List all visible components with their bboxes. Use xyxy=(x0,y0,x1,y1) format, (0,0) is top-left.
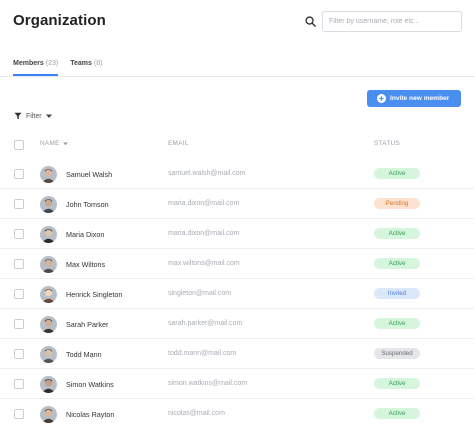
chevron-down-icon xyxy=(45,114,52,118)
row-checkbox[interactable] xyxy=(14,259,24,269)
table-row[interactable]: Sarah Parker sarah.parker@mail.com Active xyxy=(0,309,474,339)
member-name: Maria Dixon xyxy=(66,230,105,239)
avatar xyxy=(40,256,57,273)
funnel-icon xyxy=(14,112,22,120)
invite-member-button[interactable]: Invite new member xyxy=(367,90,461,107)
tab-members[interactable]: Members (23) xyxy=(13,60,59,76)
table-row[interactable]: John Tomson maria.dixon@mail.com Pending xyxy=(0,189,474,219)
member-email: maria.dixon@mail.com xyxy=(168,230,240,237)
table-header: NAME EMAIL STATUS xyxy=(0,136,474,154)
member-email: max.wiltons@mail.com xyxy=(168,260,240,267)
avatar xyxy=(40,406,57,423)
filter-dropdown[interactable]: Filter xyxy=(14,112,52,120)
tab-members-label: Members xyxy=(13,60,44,67)
table-row[interactable]: Maria Dixon maria.dixon@mail.com Active xyxy=(0,219,474,249)
row-checkbox[interactable] xyxy=(14,289,24,299)
status-badge: Suspended xyxy=(374,348,420,359)
status-badge: Active xyxy=(374,408,420,419)
column-header-name[interactable]: NAME xyxy=(40,140,68,147)
column-header-name-label: NAME xyxy=(40,140,60,147)
member-name: Simon Watkins xyxy=(66,380,114,389)
member-name: Sarah Parker xyxy=(66,320,109,329)
table-row[interactable]: Samuel Walsh samuel.walsh@mail.com Active xyxy=(0,159,474,189)
member-name: Max Wiltons xyxy=(66,260,106,269)
status-badge: Active xyxy=(374,258,420,269)
row-checkbox[interactable] xyxy=(14,169,24,179)
tab-bar: Members (23) Teams (8) xyxy=(13,60,102,76)
member-name: Samuel Walsh xyxy=(66,170,113,179)
member-email: singleton@mail.com xyxy=(168,290,232,297)
row-checkbox[interactable] xyxy=(14,349,24,359)
avatar xyxy=(40,376,57,393)
member-email: sarah.parker@mail.com xyxy=(168,320,243,327)
member-email: samuel.walsh@mail.com xyxy=(168,170,246,177)
member-email: simon.watkins@mail.com xyxy=(168,380,248,387)
column-header-email: EMAIL xyxy=(168,140,189,147)
search-icon[interactable] xyxy=(305,16,316,27)
search-input[interactable] xyxy=(322,11,462,32)
status-badge: Invited xyxy=(374,288,420,299)
column-header-status: STATUS xyxy=(374,140,401,147)
table-row[interactable]: Nicolas Rayton nicolas@mail.com Active xyxy=(0,399,474,426)
status-badge: Active xyxy=(374,378,420,389)
table-row[interactable]: Max Wiltons max.wiltons@mail.com Active xyxy=(0,249,474,279)
page-title: Organization xyxy=(13,12,106,29)
status-badge: Active xyxy=(374,228,420,239)
member-name: Nicolas Rayton xyxy=(66,410,115,419)
tab-teams-count: (8) xyxy=(93,60,103,67)
member-email: maria.dixon@mail.com xyxy=(168,200,240,207)
avatar xyxy=(40,226,57,243)
tabs-divider xyxy=(0,76,474,77)
row-checkbox[interactable] xyxy=(14,199,24,209)
filter-label: Filter xyxy=(26,112,42,120)
row-checkbox[interactable] xyxy=(14,319,24,329)
plus-circle-icon xyxy=(377,94,386,103)
member-name: John Tomson xyxy=(66,200,109,209)
table-row[interactable]: Henrick Singleton singleton@mail.com Invit… xyxy=(0,279,474,309)
tab-teams-label: Teams xyxy=(70,60,92,67)
avatar xyxy=(40,346,57,363)
status-badge: Pending xyxy=(374,198,420,209)
sort-desc-icon xyxy=(62,141,68,145)
row-checkbox[interactable] xyxy=(14,229,24,239)
select-all-checkbox[interactable] xyxy=(14,140,24,150)
avatar xyxy=(40,196,57,213)
row-checkbox[interactable] xyxy=(14,379,24,389)
avatar xyxy=(40,166,57,183)
table-row[interactable]: Todd Mann todd.mann@mail.com Suspended xyxy=(0,339,474,369)
member-email: todd.mann@mail.com xyxy=(168,350,237,357)
avatar xyxy=(40,286,57,303)
tab-teams[interactable]: Teams (8) xyxy=(70,60,102,67)
member-name: Todd Mann xyxy=(66,350,102,359)
invite-member-label: Invite new member xyxy=(390,95,450,102)
avatar xyxy=(40,316,57,333)
status-badge: Active xyxy=(374,318,420,329)
row-checkbox[interactable] xyxy=(14,409,24,419)
table-row[interactable]: Simon Watkins simon.watkins@mail.com Activ… xyxy=(0,369,474,399)
tab-members-count: (23) xyxy=(45,60,59,67)
member-email: nicolas@mail.com xyxy=(168,410,225,417)
member-name: Henrick Singleton xyxy=(66,290,123,299)
status-badge: Active xyxy=(374,168,420,179)
